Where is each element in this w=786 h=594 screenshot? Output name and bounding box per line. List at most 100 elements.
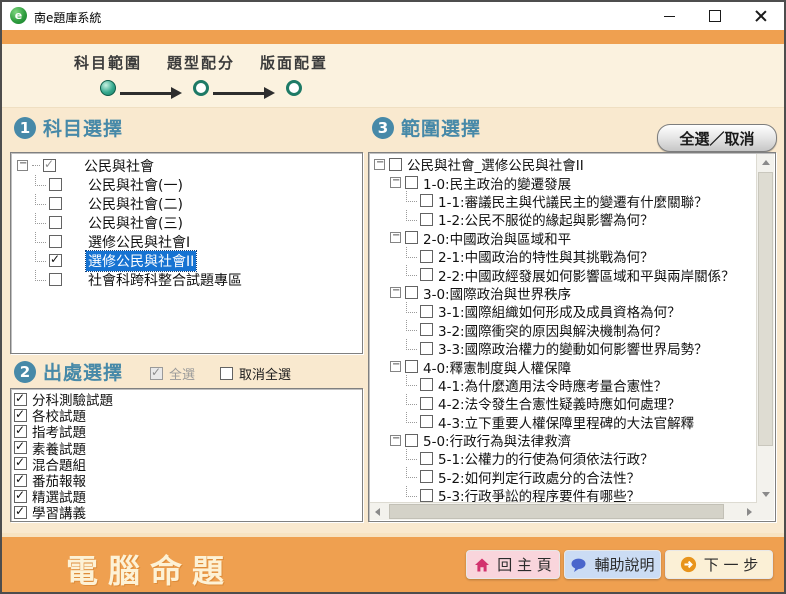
range-tree-viewport[interactable]: 公民與社會_選修公民與社會II1-0:民主政治的變遷發展1-1:審議民主與代議民…: [372, 155, 756, 502]
range-tree-box[interactable]: 公民與社會_選修公民與社會II1-0:民主政治的變遷發展1-1:審議民主與代議民…: [368, 152, 776, 522]
source-checkbox[interactable]: [14, 425, 27, 438]
subject-tree-box[interactable]: 公民與社會公民與社會(一)公民與社會(二)公民與社會(三)選修公民與社會I選修公…: [10, 152, 363, 354]
select-all-option[interactable]: 全選: [150, 364, 195, 383]
tree-checkbox[interactable]: [43, 159, 56, 172]
tree-row[interactable]: 公民與社會(一): [13, 175, 360, 194]
tree-checkbox[interactable]: [405, 434, 418, 447]
tree-checkbox[interactable]: [420, 213, 433, 226]
next-button[interactable]: 下 一 步: [665, 550, 773, 579]
scroll-up-icon[interactable]: [762, 160, 770, 165]
maximize-button[interactable]: [692, 2, 738, 30]
deselect-all-checkbox[interactable]: [220, 367, 233, 380]
tree-row[interactable]: 公民與社會_選修公民與社會II: [372, 155, 756, 173]
source-checkbox[interactable]: [14, 393, 27, 406]
tree-checkbox[interactable]: [420, 305, 433, 318]
tree-row[interactable]: 公民與社會: [13, 156, 360, 175]
tree-checkbox[interactable]: [49, 178, 62, 191]
tree-checkbox[interactable]: [420, 452, 433, 465]
tree-item-label[interactable]: 公民與社會(三): [86, 213, 185, 233]
tree-item-label[interactable]: 5-2:如何判定行政處分的合法性？: [436, 467, 642, 487]
tree-row[interactable]: 2-2:中國政經發展如何影響區域和平與兩岸關係？: [372, 265, 756, 283]
tree-row[interactable]: 5-3:行政爭訟的程序要件有哪些？: [372, 486, 756, 502]
tree-checkbox[interactable]: [420, 250, 433, 263]
tree-item-label[interactable]: 1-0:民主政治的變遷發展: [421, 173, 573, 193]
tree-item-label[interactable]: 公民與社會(二): [86, 194, 185, 214]
tree-checkbox[interactable]: [420, 323, 433, 336]
tree-checkbox[interactable]: [405, 231, 418, 244]
source-checkbox[interactable]: [14, 457, 27, 470]
tree-checkbox[interactable]: [49, 235, 62, 248]
expand-toggle-icon[interactable]: [390, 361, 401, 372]
tree-row[interactable]: 公民與社會(三): [13, 213, 360, 232]
close-button[interactable]: [738, 2, 784, 30]
source-checkbox[interactable]: [14, 409, 27, 422]
tree-item-label[interactable]: 公民與社會: [82, 156, 156, 176]
tree-row[interactable]: 3-3:國際政治權力的變動如何影響世界局勢？: [372, 339, 756, 357]
tree-row[interactable]: 5-0:行政行為與法律救濟: [372, 431, 756, 449]
tree-row[interactable]: 2-0:中國政治與區域和平: [372, 229, 756, 247]
tree-item-label[interactable]: 3-2:國際衝突的原因與解決機制為何？: [436, 320, 669, 340]
tree-item-label[interactable]: 選修公民與社會I: [86, 232, 192, 252]
tree-checkbox[interactable]: [420, 397, 433, 410]
tree-item-label[interactable]: 4-3:立下重要人權保障里程碑的大法官解釋: [436, 412, 696, 432]
tree-item-label[interactable]: 2-0:中國政治與區域和平: [421, 228, 573, 248]
tree-row[interactable]: 3-0:國際政治與世界秩序: [372, 284, 756, 302]
tree-checkbox[interactable]: [49, 197, 62, 210]
tree-checkbox[interactable]: [420, 268, 433, 281]
vertical-scrollbar[interactable]: [756, 154, 774, 503]
tree-item-label[interactable]: 4-0:釋憲制度與人權保障: [421, 357, 573, 377]
expand-toggle-icon[interactable]: [390, 287, 401, 298]
tree-row[interactable]: 4-1:為什麼適用法令時應考量合憲性？: [372, 376, 756, 394]
tree-item-label[interactable]: 公民與社會(一): [86, 175, 185, 195]
home-button[interactable]: 回 主 頁: [466, 550, 560, 579]
tree-item-label[interactable]: 公民與社會_選修公民與社會II: [405, 155, 586, 174]
horizontal-scroll-thumb[interactable]: [389, 504, 724, 519]
tree-row[interactable]: 社會科跨科整合試題專區: [13, 270, 360, 289]
tree-item-label[interactable]: 選修公民與社會II: [86, 251, 196, 271]
tree-checkbox[interactable]: [420, 194, 433, 207]
tree-item-label[interactable]: 5-1:公權力的行使為何須依法行政？: [436, 448, 656, 468]
deselect-all-option[interactable]: 取消全選: [220, 364, 291, 383]
tree-row[interactable]: 4-0:釋憲制度與人權保障: [372, 357, 756, 375]
tree-item-label[interactable]: 2-1:中國政治的特性與其挑戰為何？: [436, 246, 656, 266]
tree-checkbox[interactable]: [49, 216, 62, 229]
tree-item-label[interactable]: 1-1:審議民主與代議民主的變遷有什麼關聯？: [436, 191, 710, 211]
tree-item-label[interactable]: 3-3:國際政治權力的變動如何影響世界局勢？: [436, 338, 710, 358]
tree-item-label[interactable]: 5-3:行政爭訟的程序要件有哪些？: [436, 485, 642, 502]
expand-toggle-icon[interactable]: [374, 159, 385, 170]
select-toggle-button[interactable]: 全選／取消: [657, 124, 777, 152]
tree-item-label[interactable]: 社會科跨科整合試題專區: [86, 270, 244, 290]
source-checkbox[interactable]: [14, 490, 27, 503]
expand-toggle-icon[interactable]: [390, 232, 401, 243]
tree-row[interactable]: 選修公民與社會I: [13, 232, 360, 251]
source-list-box[interactable]: 分科測驗試題各校試題指考試題素養試題混合題組番茄報報精選試題學習講義: [10, 388, 363, 522]
tree-checkbox[interactable]: [405, 360, 418, 373]
source-checkbox[interactable]: [14, 441, 27, 454]
source-checkbox[interactable]: [14, 506, 27, 519]
minimize-button[interactable]: [646, 2, 692, 30]
tree-item-label[interactable]: 3-1:國際組織如何形成及成員資格為何？: [436, 301, 683, 321]
scroll-left-icon[interactable]: [375, 508, 380, 516]
tree-row[interactable]: 學習講義: [14, 504, 359, 520]
tree-item-label[interactable]: 3-0:國際政治與世界秩序: [421, 283, 573, 303]
expand-toggle-icon[interactable]: [390, 177, 401, 188]
tree-row[interactable]: 4-3:立下重要人權保障里程碑的大法官解釋: [372, 412, 756, 430]
tree-checkbox[interactable]: [389, 158, 402, 171]
expand-toggle-icon[interactable]: [17, 160, 28, 171]
scroll-down-icon[interactable]: [762, 492, 770, 497]
source-checkbox[interactable]: [14, 474, 27, 487]
tree-item-label[interactable]: 5-0:行政行為與法律救濟: [421, 430, 573, 450]
tree-row[interactable]: 2-1:中國政治的特性與其挑戰為何？: [372, 247, 756, 265]
tree-checkbox[interactable]: [420, 378, 433, 391]
tree-row[interactable]: 1-2:公民不服從的緣起與影響為何？: [372, 210, 756, 228]
tree-checkbox[interactable]: [405, 176, 418, 189]
tree-row[interactable]: 5-1:公權力的行使為何須依法行政？: [372, 449, 756, 467]
tree-row[interactable]: 3-1:國際組織如何形成及成員資格為何？: [372, 302, 756, 320]
tree-item-label[interactable]: 2-2:中國政經發展如何影響區域和平與兩岸關係？: [436, 265, 737, 285]
tree-checkbox[interactable]: [49, 254, 62, 267]
source-item-label[interactable]: 學習講義: [30, 502, 88, 522]
horizontal-scrollbar[interactable]: [370, 502, 757, 520]
scroll-right-icon[interactable]: [747, 508, 752, 516]
help-button[interactable]: 輔助說明: [564, 550, 661, 579]
tree-row[interactable]: 1-1:審議民主與代議民主的變遷有什麼關聯？: [372, 192, 756, 210]
